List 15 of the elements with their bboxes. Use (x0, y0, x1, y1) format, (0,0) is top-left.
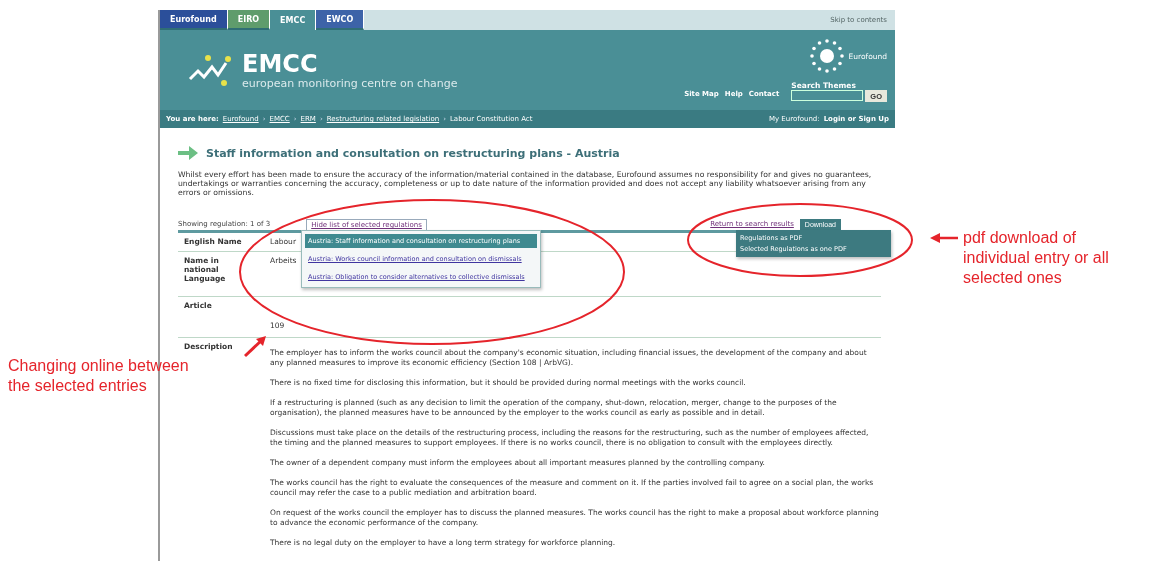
site-tab[interactable]: EIRO (227, 10, 271, 30)
site-tab[interactable]: EWCO (316, 10, 365, 30)
pointer-arrow (243, 336, 266, 358)
page-title: Staff information and consultation on restructuring plans - Austria (206, 146, 620, 160)
annotation-text: pdf download of individual entry or all selected ones (963, 228, 1110, 288)
search-field[interactable] (791, 90, 864, 101)
site-tab[interactable]: EMCC (270, 10, 317, 30)
annotation-text: Changing online between the selected entries (8, 356, 190, 396)
site-subtitle: european monitoring centre on change (242, 76, 458, 90)
arrow-icon (178, 146, 198, 160)
logo-icon (188, 53, 232, 87)
site-tab[interactable]: Eurofound (160, 10, 228, 30)
site-title: EMCC (242, 50, 319, 77)
pointer-arrow (930, 233, 958, 243)
star-ring-icon (808, 38, 845, 74)
